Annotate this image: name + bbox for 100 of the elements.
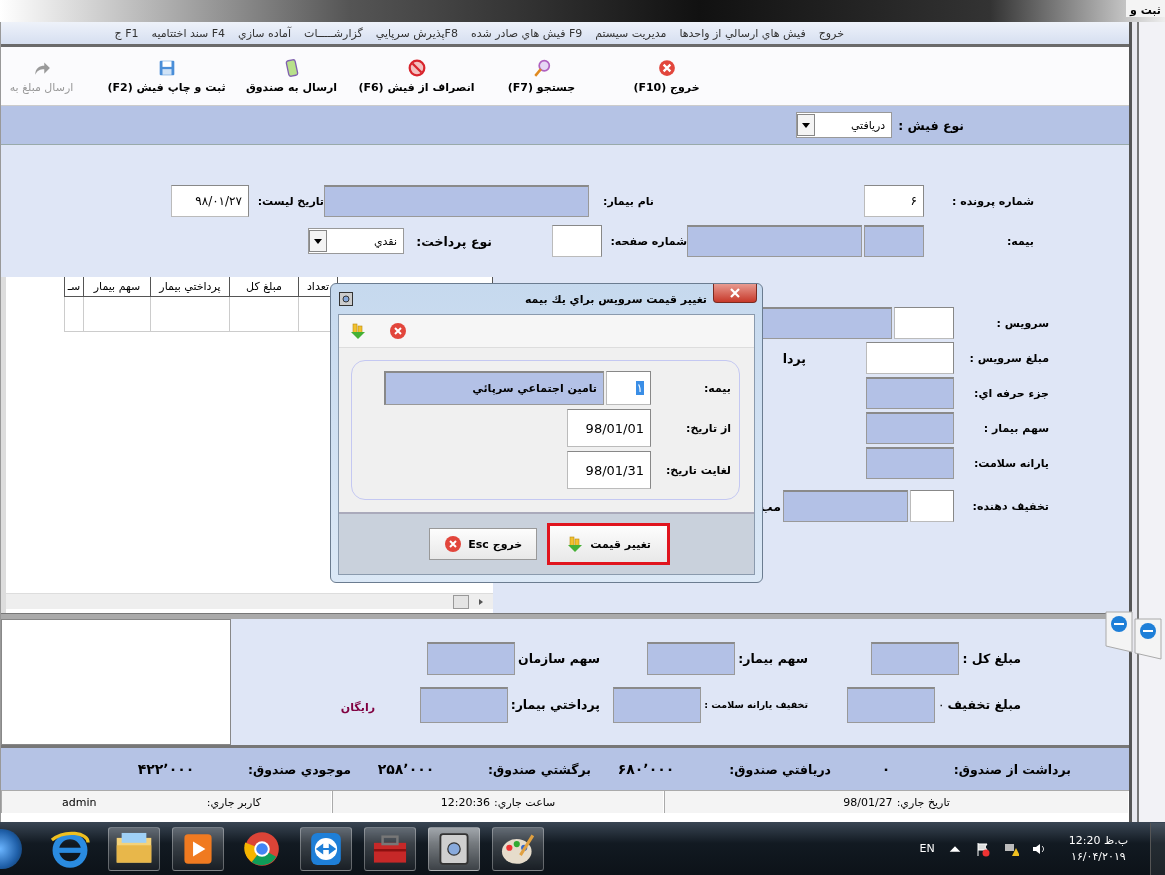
- close-icon: [729, 288, 741, 298]
- remote-tab-icon[interactable]: [1133, 617, 1163, 663]
- from-date-field[interactable]: 98/01/01: [567, 409, 651, 447]
- from-date-label: از تاريخ:: [685, 421, 731, 435]
- exit-button[interactable]: خروج Esc: [429, 528, 538, 560]
- menu-item[interactable]: آماده سازي: [238, 26, 292, 40]
- list-date-field[interactable]: ۹۸/۰۱/۲۷: [171, 185, 249, 217]
- receipt-type-dropdown[interactable]: دريافتي: [796, 112, 893, 138]
- close-icon: [444, 535, 463, 553]
- arrow-icon[interactable]: [477, 596, 485, 607]
- payment-type-dropdown[interactable]: نقدي: [308, 228, 404, 254]
- service-field-label: مبلغ سرويس :: [968, 351, 1049, 365]
- receipt-type-label: نوع فيش :: [898, 117, 964, 133]
- free-label: رايگان: [340, 700, 375, 714]
- service-field-label: سرويس :: [995, 316, 1049, 330]
- page-number-field[interactable]: [552, 225, 602, 257]
- to-date-field[interactable]: 98/01/31: [567, 451, 651, 489]
- file-number-field[interactable]: ۶: [864, 185, 924, 217]
- patient-name-label: نام بيمار:: [602, 194, 654, 208]
- page-number-label: شماره صفحه:: [609, 234, 687, 248]
- start-button[interactable]: [0, 828, 22, 869]
- service-field-label: تخفيف دهنده:: [971, 499, 1049, 513]
- folder-icon[interactable]: [108, 826, 160, 871]
- insurance-name-field[interactable]: [687, 225, 862, 257]
- total-label: سهم بيمار:: [738, 650, 808, 666]
- patient-name-field[interactable]: [324, 185, 589, 217]
- play-icon[interactable]: [172, 826, 224, 871]
- column-header[interactable]: سهم بيمار: [83, 277, 151, 297]
- close-button[interactable]: [713, 284, 757, 303]
- cash-label: برداشت از صندوق:: [952, 761, 1071, 777]
- dialog-title: تغيير قيمت سرويس براي يك بيمه: [524, 292, 707, 306]
- window-title: ثبت و: [1126, 0, 1165, 17]
- code-field[interactable]: [910, 490, 954, 522]
- coins-icon: [566, 535, 585, 553]
- cash-value: ۰: [880, 761, 892, 777]
- language-indicator[interactable]: EN: [919, 842, 935, 855]
- table-cell: [83, 296, 151, 332]
- scrollbar-thumb[interactable]: [453, 594, 469, 609]
- status-label: تاريخ جاري:: [896, 795, 950, 809]
- menu-item[interactable]: F8پذيرش سرپايي: [375, 26, 458, 40]
- column-header[interactable]: مبلغ كل: [229, 277, 299, 297]
- insurance-code-field[interactable]: [864, 225, 924, 257]
- status-value: 12:20:36: [440, 795, 491, 809]
- clock[interactable]: 12:20 ب.ظ ۱۶/۰۴/۲۰۱۹: [1068, 833, 1128, 864]
- service-field-label: يارانه سلامت:: [972, 456, 1049, 470]
- status-label: كاربر جاري:: [206, 795, 261, 809]
- toolbar-button[interactable]: ارسال به صندوق: [229, 58, 354, 94]
- cash-label: موجودي صندوق:: [247, 761, 351, 777]
- menu-item[interactable]: F9 فيش هاي صادر شده: [470, 26, 583, 40]
- status-label: ساعت جاري:: [494, 795, 556, 809]
- menu-item[interactable]: مديريت سيستم: [595, 26, 667, 40]
- no-entry-icon: [407, 58, 426, 77]
- toolbox-icon[interactable]: [364, 826, 416, 871]
- coins-icon[interactable]: [349, 322, 367, 340]
- table-cell: [64, 296, 84, 332]
- safe-icon: [338, 291, 354, 307]
- horizontal-scrollbar[interactable]: [6, 593, 493, 609]
- total-label: پرداختي بيمار:: [510, 697, 600, 712]
- search-icon: [532, 58, 551, 77]
- list-date-label: تاريخ ليست:: [256, 194, 324, 208]
- remote-tab-icon[interactable]: [1104, 610, 1134, 656]
- payment-type-label: نوع پرداخت:: [415, 233, 492, 249]
- cash-value: ۴۲۲٬۰۰۰: [136, 761, 196, 777]
- menu-item[interactable]: F1 ج: [114, 26, 139, 40]
- input-field[interactable]: [866, 342, 954, 374]
- total-label: تخفيف يارانه سلامت :: [704, 699, 808, 710]
- change-price-button[interactable]: تغيير قيمت: [547, 523, 670, 565]
- cut-off-label: پردا: [781, 350, 806, 366]
- column-header[interactable]: پرداختي بيمار: [150, 277, 230, 297]
- service-field-label: جزء حرفه اي:: [973, 386, 1049, 400]
- total-value: ۰: [938, 697, 945, 712]
- menu-item[interactable]: گزارشـــــات: [304, 26, 363, 40]
- status-value: 98/01/27: [843, 795, 893, 809]
- cash-value: ۶۸۰٬۰۰۰: [616, 761, 676, 777]
- menu-item[interactable]: خروج: [818, 26, 844, 40]
- total-label: مبلغ كل :: [962, 650, 1021, 666]
- flag-icon[interactable]: [974, 840, 991, 857]
- toolbar-button[interactable]: جستجو (F7): [479, 58, 604, 94]
- cash-label: دريافتي صندوق:: [728, 761, 831, 777]
- to-date-label: لغايت تاريخ:: [664, 463, 731, 477]
- cash-label: برگشتي صندوق:: [487, 761, 591, 777]
- palette-icon[interactable]: [492, 826, 544, 871]
- total-label: سهم سازمان: [518, 650, 600, 666]
- code-field[interactable]: [894, 307, 954, 339]
- toolbar-button[interactable]: انصراف از فيش (F6): [354, 58, 479, 94]
- status-value: admin: [62, 795, 97, 809]
- safe-icon[interactable]: [428, 826, 480, 871]
- insurance-label: بيمه:: [702, 381, 731, 395]
- menu-item[interactable]: F4 سند اختتاميه: [151, 26, 226, 40]
- close-icon[interactable]: [389, 322, 407, 340]
- total-label: مبلغ تخفيف: [947, 697, 1021, 712]
- toolbar-button[interactable]: خروج (F10): [604, 58, 729, 94]
- close-icon: [657, 58, 676, 77]
- file-number-label: شماره پرونده :: [951, 194, 1034, 208]
- service-field-label: سهم بيمار :: [982, 421, 1049, 435]
- insurance-label: بيمه:: [1005, 234, 1034, 248]
- toolbar-button[interactable]: ثبت و چاپ فيش (F2): [104, 58, 229, 94]
- column-header[interactable]: سـ: [64, 277, 84, 297]
- cash-value: ۲۵۸٬۰۰۰: [376, 761, 436, 777]
- menu-item[interactable]: فيش هاي ارسالي از واحدها: [679, 26, 806, 40]
